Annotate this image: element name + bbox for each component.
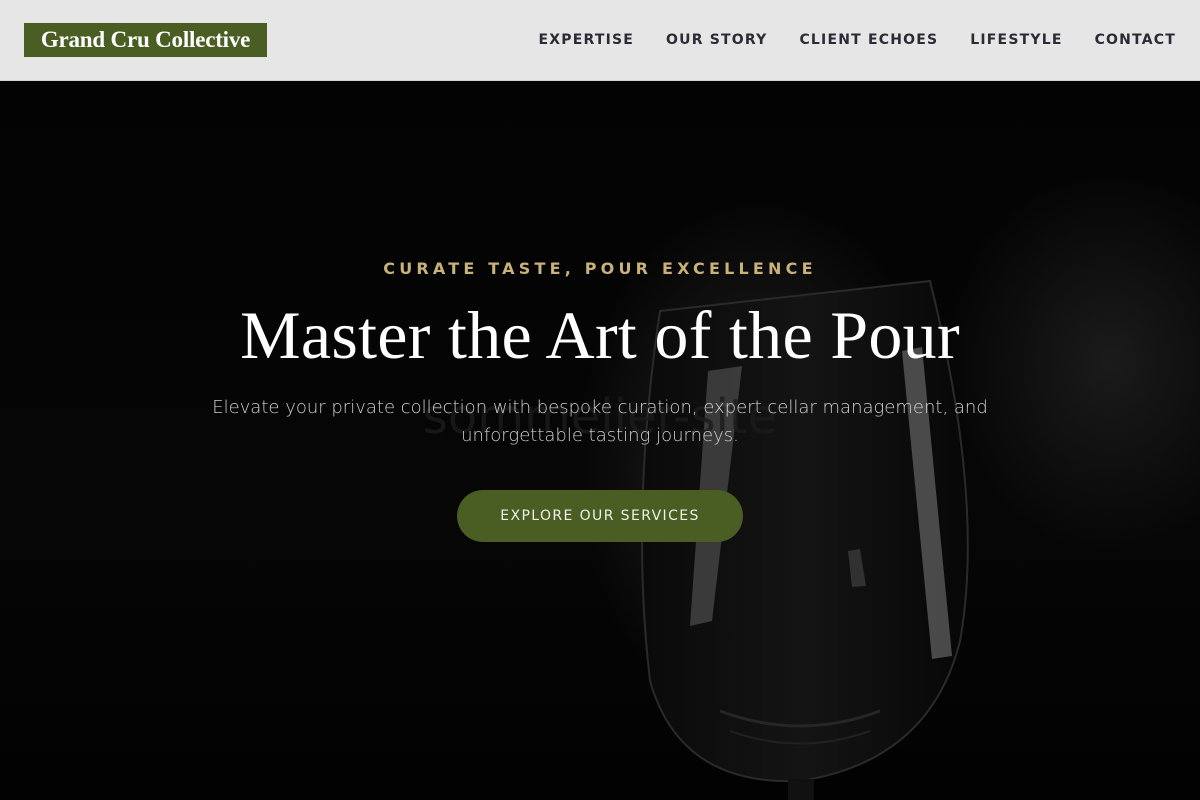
glass-stem-shape (788, 779, 814, 800)
brand-logo[interactable]: Grand Cru Collective (24, 23, 267, 57)
hero-section: sommelier-site CURATE TASTE, POUR EXCELL… (0, 81, 1200, 800)
main-nav: EXPERTISE OUR STORY CLIENT ECHOES LIFEST… (538, 0, 1176, 80)
hero-subtitle: Elevate your private collection with bes… (212, 397, 988, 446)
hero-headline: Master the Art of the Pour (240, 297, 960, 373)
nav-link-our-story[interactable]: OUR STORY (666, 32, 767, 48)
nav-link-contact[interactable]: CONTACT (1095, 32, 1176, 48)
nav-link-client-echoes[interactable]: CLIENT ECHOES (799, 32, 938, 48)
nav-link-expertise[interactable]: EXPERTISE (538, 32, 634, 48)
explore-services-button[interactable]: EXPLORE OUR SERVICES (457, 490, 743, 542)
site-header: Grand Cru Collective EXPERTISE OUR STORY… (0, 0, 1200, 81)
hero-tagline: CURATE TASTE, POUR EXCELLENCE (383, 259, 817, 278)
nav-link-lifestyle[interactable]: LIFESTYLE (970, 32, 1062, 48)
